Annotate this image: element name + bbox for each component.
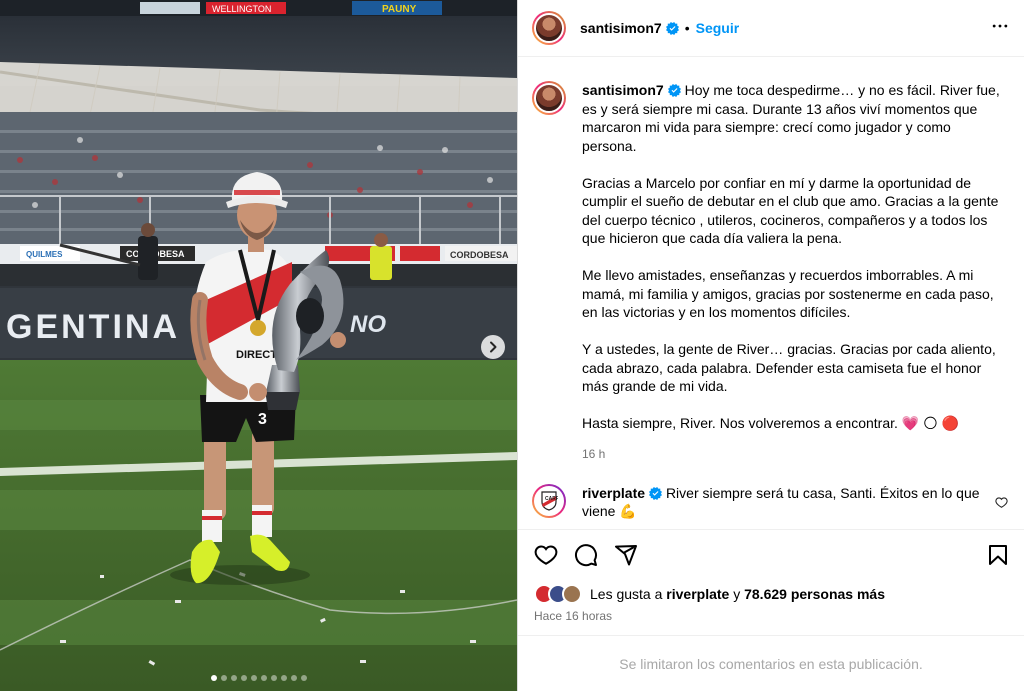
carousel-dot (230, 675, 237, 681)
carousel-dot (300, 675, 307, 681)
carousel-dot (270, 675, 277, 681)
carousel-dot (240, 675, 247, 681)
verified-badge-icon (665, 21, 679, 35)
stadium-scene: WELLINGTON PAUNY QUILMES CORDOBESA GENTI… (0, 0, 517, 691)
comment: CARP riverplate River siempre será tu ca… (532, 483, 1010, 521)
more-options-button[interactable] (990, 16, 1010, 41)
top-ad-1: WELLINGTON (212, 4, 271, 14)
paper-plane-icon (615, 544, 637, 565)
comment-like-button[interactable] (995, 496, 1008, 514)
post-date[interactable]: Hace 16 horas (518, 609, 1024, 635)
comments-area: santisimon7 Hoy me toca despedirme… y no… (518, 57, 1024, 529)
svg-text:QUILMES: QUILMES (26, 250, 63, 259)
river-crest-icon: CARP (541, 490, 558, 511)
carousel-dot (260, 675, 267, 681)
caption-paragraph: Hasta siempre, River. Nos volveremos a e… (582, 415, 960, 431)
svg-text:3: 3 (258, 411, 267, 428)
like-button[interactable] (534, 543, 558, 567)
likes-summary[interactable]: Les gusta a riverplate y 78.629 personas… (518, 579, 1024, 609)
header-separator: • (684, 20, 690, 36)
top-ad-2: PAUNY (382, 4, 417, 15)
comments-limited-notice: Se limitaron los comentarios en esta pub… (518, 635, 1024, 691)
caption-paragraph: Gracias a Marcelo por confiar en mí y da… (582, 174, 999, 247)
led-banner-suffix: NO (350, 311, 386, 338)
commenter-username[interactable]: riverplate (582, 485, 645, 501)
heart-outline-icon (995, 496, 1008, 508)
share-button[interactable] (614, 543, 638, 567)
comment-text: riverplate River siempre será tu casa, S… (582, 484, 992, 521)
chevron-right-icon (490, 341, 497, 353)
author-username[interactable]: santisimon7 (580, 20, 662, 36)
speech-bubble-icon (575, 543, 597, 566)
led-banner-text: GENTINA (6, 308, 180, 346)
verified-badge-icon (667, 84, 681, 97)
board-right: CORDOBESA (450, 250, 509, 260)
post-photo[interactable]: WELLINGTON PAUNY QUILMES CORDOBESA GENTI… (0, 0, 517, 691)
next-slide-button[interactable] (481, 335, 505, 359)
likes-user[interactable]: riverplate (666, 586, 729, 602)
carousel-dot (280, 675, 287, 681)
bookmark-icon (989, 544, 1007, 565)
post-header: santisimon7 • Seguir (518, 0, 1024, 57)
heart-outline-icon (534, 544, 558, 565)
comment-button[interactable] (574, 543, 598, 567)
likes-prefix: Les gusta a (590, 586, 663, 602)
svg-text:CARP: CARP (545, 496, 558, 502)
caption-paragraph: Y a ustedes, la gente de River… gracias.… (582, 341, 996, 394)
likes-count[interactable]: 78.629 personas más (744, 586, 885, 602)
post-side-panel: santisimon7 • Seguir santisimon7 Hoy me … (517, 0, 1024, 691)
caption-paragraph: Me llevo amistades, enseñanzas y recuerd… (582, 267, 994, 320)
commenter-avatar[interactable]: CARP (532, 483, 566, 518)
save-button[interactable] (986, 543, 1010, 567)
carousel-dot (210, 675, 217, 681)
caption: santisimon7 Hoy me toca despedirme… y no… (532, 81, 1010, 464)
follow-button[interactable]: Seguir (696, 20, 740, 36)
carousel-dot (220, 675, 227, 681)
carousel-dot (290, 675, 297, 681)
verified-badge-icon (649, 486, 663, 500)
likes-joiner: y (733, 586, 741, 602)
caption-avatar[interactable] (532, 81, 566, 115)
author-avatar[interactable] (532, 11, 566, 45)
carousel-dots (0, 675, 517, 681)
caption-text: santisimon7 Hoy me toca despedirme… y no… (582, 81, 1002, 464)
liker-avatar (562, 584, 582, 604)
more-horizontal-icon (992, 24, 1008, 27)
caption-username[interactable]: santisimon7 (582, 82, 664, 98)
carousel-dot (250, 675, 257, 681)
action-bar (518, 529, 1024, 579)
caption-time[interactable]: 16 h (582, 445, 1002, 464)
